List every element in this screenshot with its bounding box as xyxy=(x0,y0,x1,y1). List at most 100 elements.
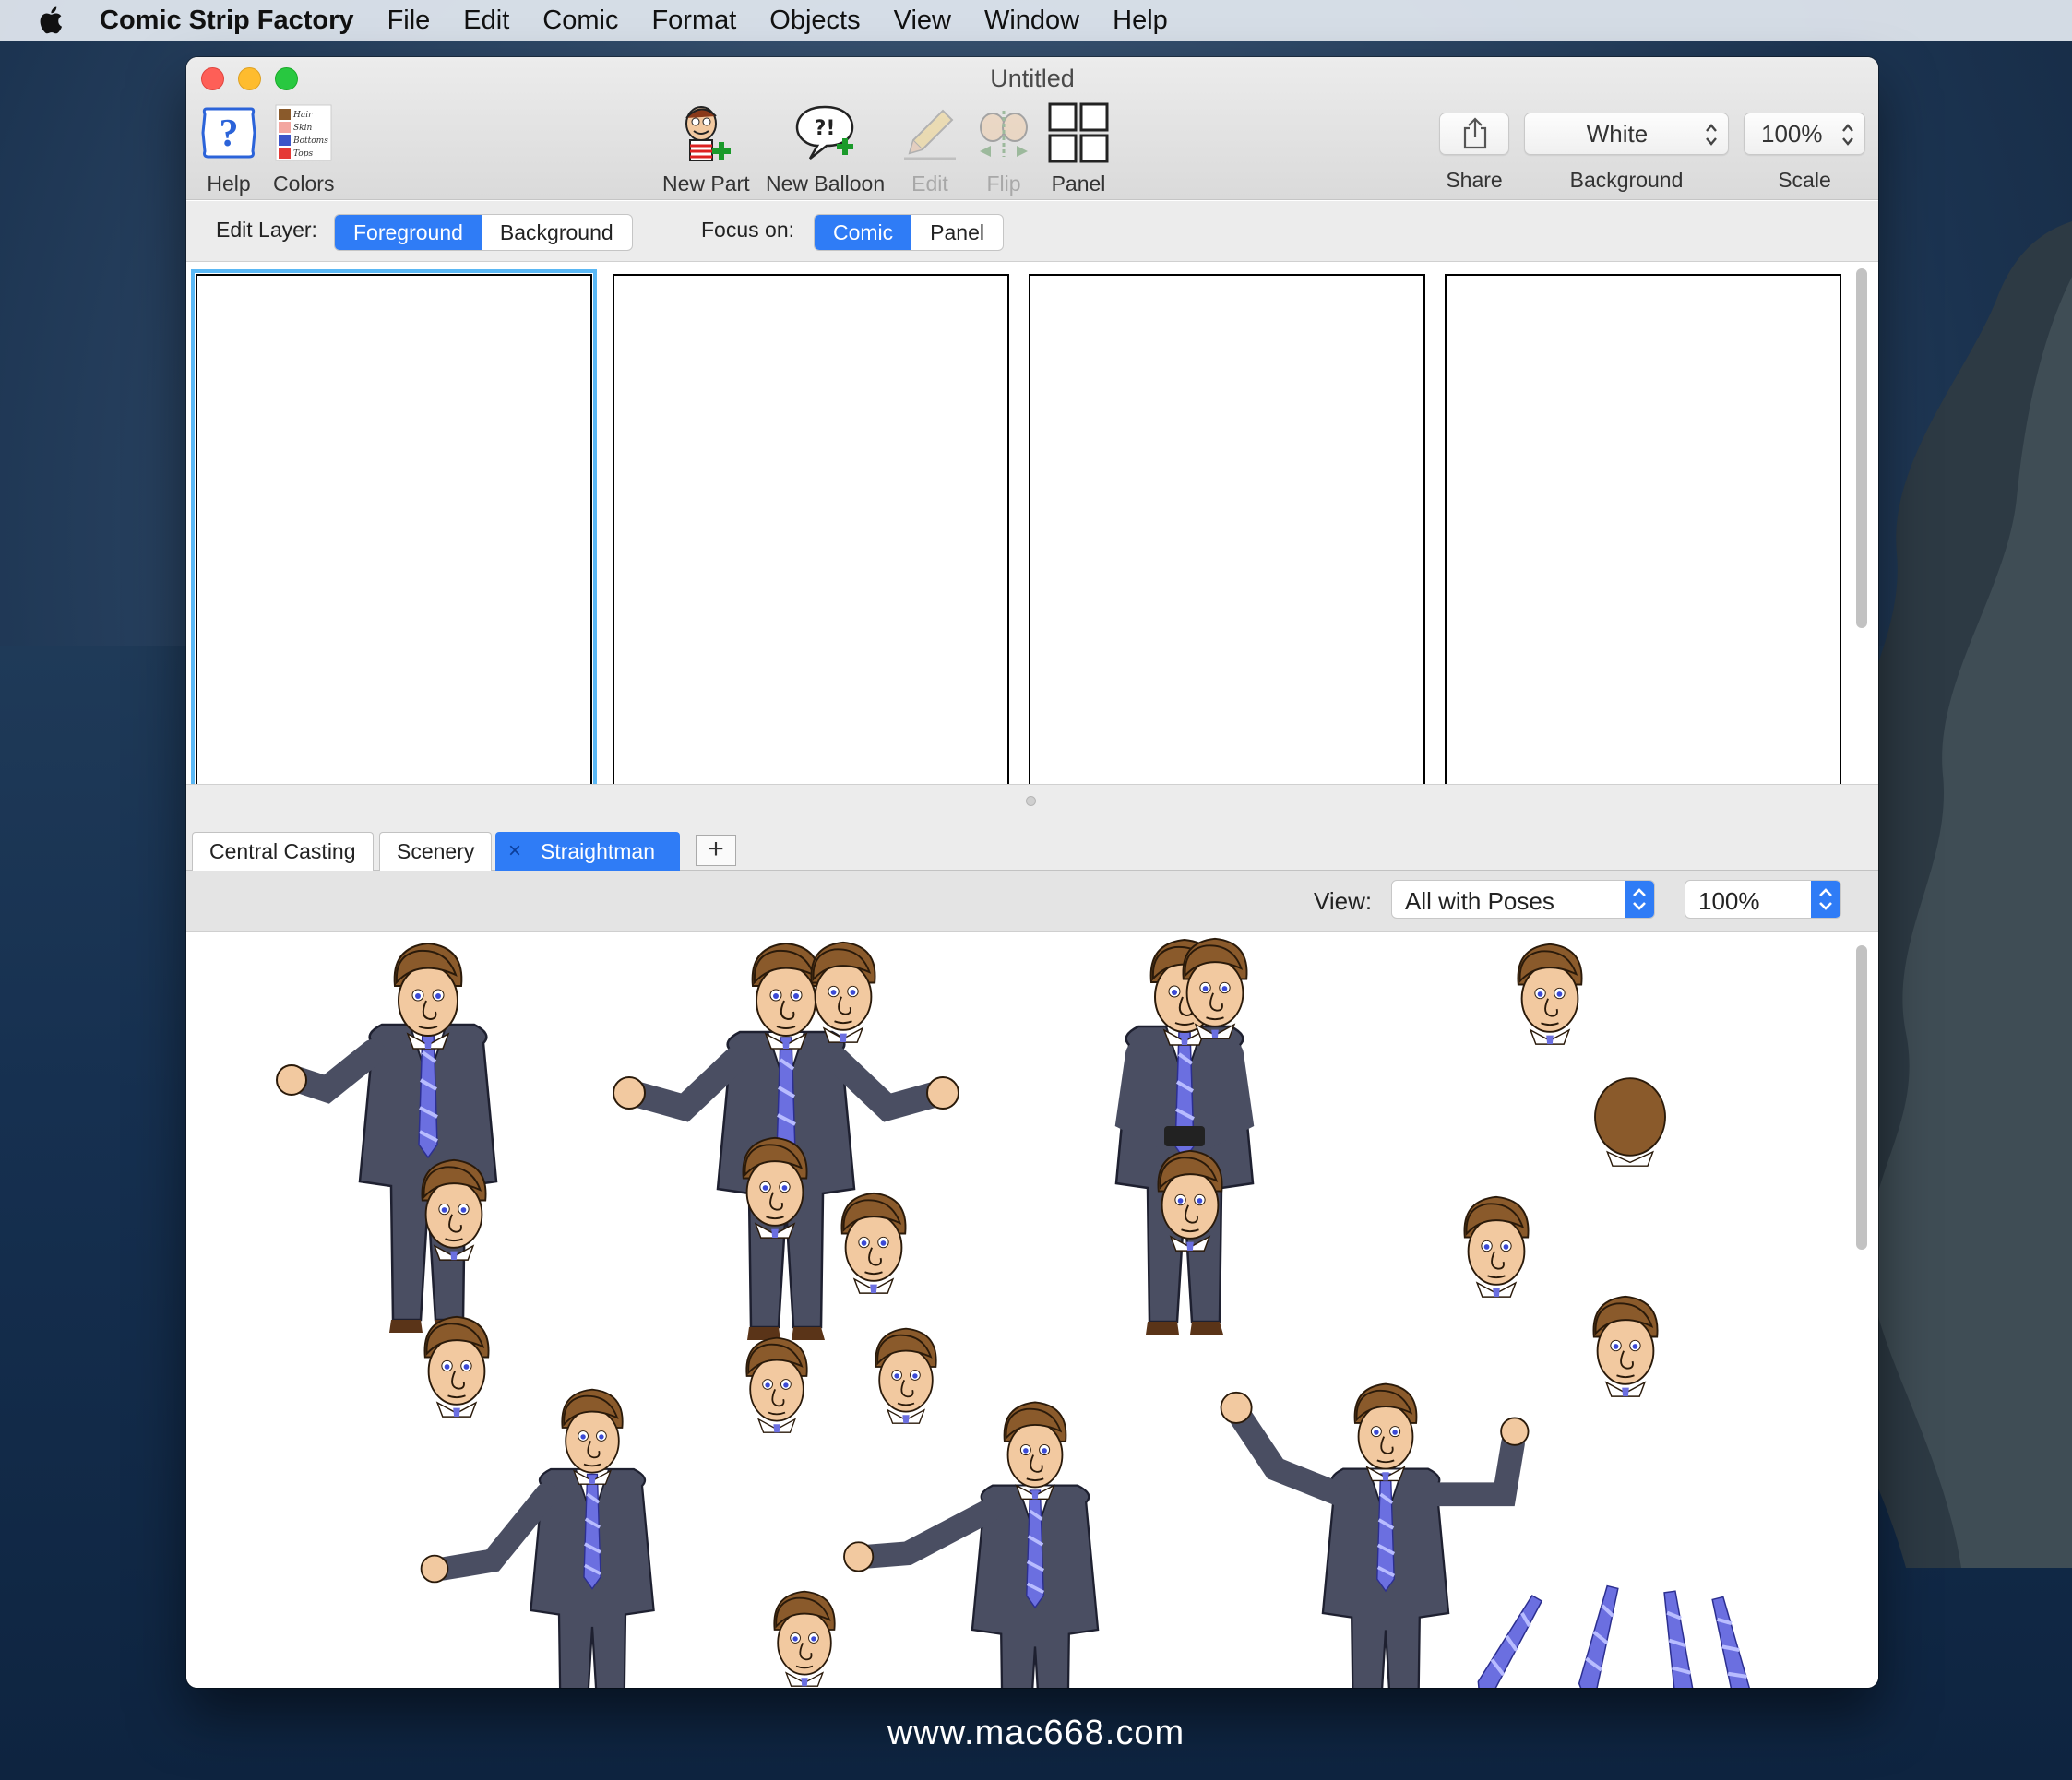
colors-swatch-icon: Hair Skin Bottoms Tops xyxy=(275,104,332,161)
menu-app-name[interactable]: Comic Strip Factory xyxy=(100,6,354,36)
title-toolbar: Untitled ? Help Hair Skin Bottoms Tops C… xyxy=(186,57,1878,200)
edit-button[interactable]: Edit xyxy=(900,101,959,196)
close-tab-icon[interactable]: × xyxy=(508,833,521,870)
view-filter-popup[interactable]: All with Poses xyxy=(1391,880,1655,919)
share-label: Share xyxy=(1446,168,1503,192)
svg-text:?: ? xyxy=(220,113,239,155)
comic-canvas xyxy=(186,263,1878,790)
straightman-head-back[interactable] xyxy=(1594,1077,1666,1167)
flip-icon xyxy=(980,111,1028,157)
apple-icon[interactable] xyxy=(37,5,68,36)
library-scrollbar[interactable] xyxy=(1856,945,1867,1250)
help-icon: ? xyxy=(201,107,256,159)
character-library xyxy=(186,932,1878,1688)
edit-layer-foreground[interactable]: Foreground xyxy=(335,215,482,250)
speech-balloon-icon: ?! xyxy=(795,105,853,160)
new-part-icon xyxy=(685,106,732,161)
background-value: White xyxy=(1586,120,1649,148)
straightman-tie-1[interactable] xyxy=(1470,1592,1547,1688)
edit-layer-background[interactable]: Background xyxy=(482,215,632,250)
library-tabs: Central Casting Scenery × Straightman + xyxy=(186,830,1878,871)
edit-layer-label: Edit Layer: xyxy=(216,218,317,242)
straightman-head-surprised[interactable] xyxy=(423,1315,490,1418)
comic-panel-2[interactable] xyxy=(613,274,1009,786)
tab-straightman[interactable]: × Straightman xyxy=(495,832,680,871)
colors-swatch-hair: Hair xyxy=(292,111,313,120)
library-zoom-popup[interactable]: 100% xyxy=(1685,880,1841,919)
layer-bar: Edit Layer: Foreground Background Focus … xyxy=(186,201,1878,262)
scale-popup[interactable]: 100% xyxy=(1744,113,1865,155)
flip-button[interactable]: Flip xyxy=(974,101,1033,196)
straightman-head-profile-right[interactable] xyxy=(1517,943,1583,1046)
colors-label: Colors xyxy=(273,172,335,196)
svg-text:?!: ?! xyxy=(814,117,835,140)
straightman-head-shout[interactable] xyxy=(1463,1195,1530,1299)
edit-label: Edit xyxy=(911,172,948,196)
new-balloon-button[interactable]: ?! New Balloon xyxy=(766,101,885,196)
updown-chevron-icon xyxy=(1811,881,1840,918)
split-handle-icon[interactable] xyxy=(1026,796,1036,806)
panel-label: Panel xyxy=(1051,172,1106,196)
menu-format[interactable]: Format xyxy=(651,6,736,36)
straightman-head-annoyed[interactable] xyxy=(773,1590,836,1688)
straightman-pose-kneeling[interactable] xyxy=(843,1401,1100,1688)
panel-grid-icon xyxy=(1048,102,1109,163)
colors-swatch-bottoms: Bottoms xyxy=(292,136,328,146)
straightman-head-frown[interactable] xyxy=(745,1336,808,1434)
comic-panel-4[interactable] xyxy=(1445,274,1841,786)
split-divider[interactable] xyxy=(186,784,1878,830)
watermark-text: www.mac668.com xyxy=(887,1714,1185,1752)
share-button[interactable] xyxy=(1439,113,1509,155)
straightman-head-grimace[interactable] xyxy=(875,1327,937,1425)
menu-comic[interactable]: Comic xyxy=(542,6,618,36)
comic-scrollbar[interactable] xyxy=(1856,268,1867,628)
view-filter-value: All with Poses xyxy=(1405,887,1554,915)
new-part-button[interactable]: New Part xyxy=(662,101,750,196)
library-view-bar: View: All with Poses 100% xyxy=(186,871,1878,932)
new-balloon-label: New Balloon xyxy=(766,172,886,196)
menu-objects[interactable]: Objects xyxy=(769,6,860,36)
pencil-icon xyxy=(904,109,956,160)
straightman-tie-4[interactable] xyxy=(1707,1594,1756,1688)
straightman-head-profile-left[interactable] xyxy=(1592,1295,1659,1398)
straightman-head-laughing[interactable] xyxy=(810,941,876,1044)
straightman-pose-thumbs-up[interactable] xyxy=(276,943,498,1335)
help-button[interactable]: ? Help xyxy=(199,101,258,196)
help-label: Help xyxy=(207,172,251,196)
menu-bar: Comic Strip Factory File Edit Comic Form… xyxy=(0,0,2072,41)
share-icon xyxy=(1463,117,1487,149)
comic-panel-1[interactable] xyxy=(191,269,597,790)
panel-button[interactable]: Panel xyxy=(1048,101,1109,196)
focus-comic[interactable]: Comic xyxy=(815,215,912,250)
comic-panel-3[interactable] xyxy=(1029,274,1425,786)
edit-layer-segmented: Foreground Background xyxy=(334,214,633,251)
straightman-tie-3[interactable] xyxy=(1659,1588,1697,1688)
updown-chevron-icon xyxy=(1706,124,1717,146)
colors-swatch-tops: Tops xyxy=(293,149,313,159)
tab-straightman-label: Straightman xyxy=(541,839,656,863)
new-part-label: New Part xyxy=(662,172,750,196)
main-window: Untitled ? Help Hair Skin Bottoms Tops C… xyxy=(186,57,1878,1688)
focus-panel[interactable]: Panel xyxy=(911,215,1003,250)
focus-segmented: Comic Panel xyxy=(814,214,1004,251)
menu-help[interactable]: Help xyxy=(1113,6,1168,36)
flip-label: Flip xyxy=(986,172,1021,196)
straightman-pose-cheering[interactable] xyxy=(1220,1382,1530,1688)
straightman-head-smile[interactable] xyxy=(840,1192,907,1295)
menu-edit[interactable]: Edit xyxy=(463,6,509,36)
window-title: Untitled xyxy=(990,65,1075,92)
menu-view[interactable]: View xyxy=(894,6,951,36)
straightman-tie-2[interactable] xyxy=(1574,1583,1624,1688)
scale-value: 100% xyxy=(1761,120,1823,148)
menu-window[interactable]: Window xyxy=(984,6,1079,36)
colors-button[interactable]: Hair Skin Bottoms Tops Colors xyxy=(273,101,334,196)
menu-file[interactable]: File xyxy=(387,6,431,36)
add-tab-button[interactable]: + xyxy=(696,835,736,866)
colors-swatch-skin: Skin xyxy=(293,124,312,133)
tab-central-casting[interactable]: Central Casting xyxy=(192,832,374,871)
tab-scenery[interactable]: Scenery xyxy=(379,832,493,871)
view-label: View: xyxy=(1314,887,1373,915)
background-popup[interactable]: White xyxy=(1524,113,1729,155)
updown-chevron-icon xyxy=(1842,124,1853,146)
straightman-pose-pointing-sitting[interactable] xyxy=(420,1388,656,1688)
